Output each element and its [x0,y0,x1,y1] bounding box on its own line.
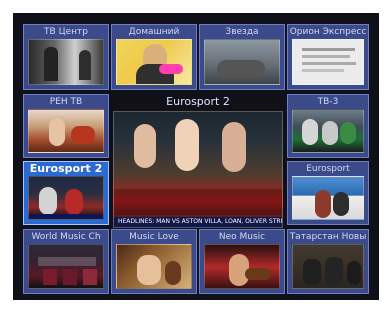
channel-label: Eurosport [306,164,350,174]
preview-title: Eurosport 2 [166,95,230,108]
main-preview[interactable]: Eurosport 2 HEADLINES: MAN VS ASTON VILL… [113,95,283,228]
channel-label: Татарстан Новы [289,232,367,242]
tv-mosaic-screen: ТВ Центр Домашний Звезда Орион Экспресс [13,13,379,300]
channel-thumbnail [28,176,104,220]
channel-tile-domashniy[interactable]: Домашний [111,24,197,90]
channel-tile-tatarstan-new-century[interactable]: Татарстан Новы [287,229,369,294]
channel-thumbnail [292,109,364,153]
channel-thumbnail [292,244,364,289]
channel-label: Eurosport 2 [29,162,103,175]
channel-tile-music-love[interactable]: Music Love [111,229,197,294]
channel-thumbnail [292,39,364,85]
channel-label: ТВ-3 [317,97,339,107]
channel-tile-neo-music[interactable]: Neo Music [199,229,285,294]
channel-thumbnail [204,244,280,289]
channel-thumbnail [292,176,364,220]
channel-tile-tv-center[interactable]: ТВ Центр [23,24,109,90]
news-ticker: HEADLINES: MAN VS ASTON VILLA, LOAN, OLI… [114,217,282,227]
channel-thumbnail [116,244,192,289]
channel-tile-ren-tv[interactable]: РЕН ТВ [23,94,109,158]
channel-label: Домашний [128,27,180,37]
channel-thumbnail [28,109,104,153]
channel-thumbnail [204,39,280,85]
channel-label: ТВ Центр [44,27,88,37]
channel-label: РЕН ТВ [49,97,83,107]
channel-thumbnail [116,39,192,85]
channel-tile-eurosport-2[interactable]: Eurosport 2 [23,161,109,225]
channel-label: World Music Ch [31,232,101,242]
channel-label: Neo Music [218,232,266,242]
channel-thumbnail [28,244,104,289]
channel-label: Звезда [225,27,259,37]
channel-tile-tv3[interactable]: ТВ-3 [287,94,369,158]
channel-tile-zvezda[interactable]: Звезда [199,24,285,90]
preview-video: HEADLINES: MAN VS ASTON VILLA, LOAN, OLI… [113,111,283,228]
channel-thumbnail [28,39,104,85]
channel-tile-eurosport[interactable]: Eurosport [287,161,369,225]
channel-tile-world-music-ch[interactable]: World Music Ch [23,229,109,294]
channel-grid: ТВ Центр Домашний Звезда Орион Экспресс [23,24,369,294]
channel-logo-badge [159,64,183,74]
channel-label: Орион Экспресс [289,27,367,37]
channel-label: Music Love [129,232,179,242]
channel-tile-orion-express[interactable]: Орион Экспресс [287,24,369,90]
